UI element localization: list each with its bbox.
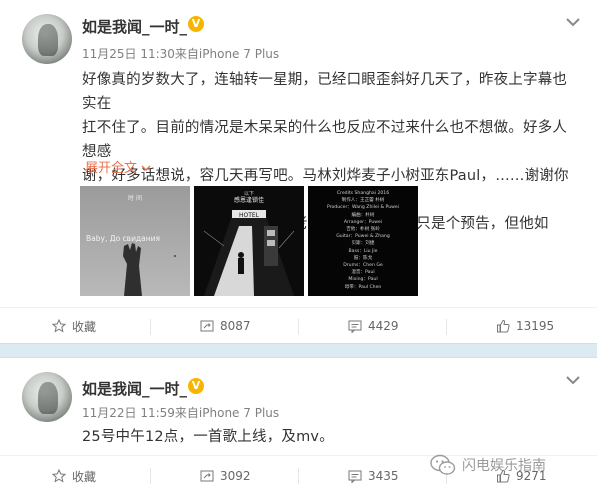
credit-line: Mixing：Paul — [348, 277, 378, 283]
content-line: 好像真的岁数大了，连轴转一星期，已经口眼歪斜好几天了，昨夜上字幕也实在 — [82, 72, 568, 112]
hand-photo-image: 时 间 Baby, До свидания — [80, 186, 190, 296]
comment-button[interactable]: 4429 — [348, 308, 399, 344]
divider — [150, 319, 151, 335]
credit-line: 贝斯：刘捷 — [351, 241, 375, 247]
expand-label: 展开全文 — [85, 161, 138, 176]
wechat-icon — [430, 454, 456, 475]
verified-badge-icon: V — [188, 16, 204, 32]
image-caption: Baby, До свидания — [86, 234, 160, 243]
like-button[interactable]: 13195 — [496, 308, 554, 344]
credit-line: 制作人：王芷蕾 朴树 — [341, 198, 385, 204]
credit-line: 编曲：朴树 — [351, 212, 375, 218]
username[interactable]: 如是我闻_一时_ — [82, 16, 187, 37]
post-content: 25号中午12点，一首歌上线，及mv。 — [82, 425, 572, 449]
divider — [446, 319, 447, 335]
comment-icon — [348, 320, 362, 333]
weibo-post: 如是我闻_一时_ V 11月25日 11:30来自iPhone 7 Plus 好… — [0, 0, 597, 343]
username[interactable]: 如是我闻_一时_ — [82, 378, 187, 399]
credit-line: 母带：Paul Chen — [344, 284, 382, 290]
post-image[interactable]: 时 间 Baby, До свидания — [80, 186, 190, 296]
repost-count: 8087 — [220, 319, 251, 333]
post-separator — [0, 343, 597, 358]
divider — [298, 319, 299, 335]
favorite-button[interactable]: 收藏 — [52, 456, 96, 495]
comment-count: 4429 — [368, 319, 399, 333]
avatar[interactable] — [22, 372, 72, 422]
star-icon — [52, 319, 66, 333]
watermark-text: 闪电娱乐指南 — [462, 458, 546, 474]
favorite-label: 收藏 — [72, 319, 97, 334]
repost-icon — [200, 320, 214, 332]
expand-full-text-link[interactable]: 展开全文 — [85, 157, 151, 176]
avatar[interactable] — [22, 14, 72, 64]
repost-count: 3092 — [220, 469, 251, 483]
credit-line: Credits Shanghai 2016 — [336, 191, 390, 196]
credit-line: Bass：Liu Jie — [348, 248, 378, 254]
verified-badge-icon: V — [188, 378, 204, 394]
star-icon — [52, 469, 66, 483]
divider — [298, 468, 299, 484]
thumbs-up-icon — [497, 319, 510, 333]
credit-line: Producer：Wang Zhilei & Puwei — [327, 205, 399, 211]
repost-button[interactable]: 8087 — [200, 308, 251, 344]
repost-icon — [200, 470, 214, 482]
content-line: 扛不住了。目前的情况是木呆呆的什么也反应不过来什么也不想做。好多人想感 — [82, 120, 568, 160]
credit-line: Guitar：Puwei & Zhang — [336, 234, 390, 240]
credit-line: 鼓：陈戈 — [353, 255, 373, 261]
content-line: 25号中午12点，一首歌上线，及mv。 — [82, 429, 334, 445]
favorite-button[interactable]: 收藏 — [52, 308, 96, 344]
repost-button[interactable]: 3092 — [200, 456, 251, 495]
post-image[interactable]: 以下 感恩逢锁佳 HOTEL — [194, 186, 304, 296]
hotel-illustration-image: 以下 感恩逢锁佳 HOTEL — [194, 186, 304, 296]
credit-line: Arranger：Puwei — [343, 219, 383, 225]
comment-count: 3435 — [368, 469, 399, 483]
comment-button[interactable]: 3435 — [348, 456, 399, 495]
like-count: 13195 — [516, 319, 555, 333]
chevron-down-icon — [141, 165, 151, 172]
comment-icon — [348, 470, 362, 483]
divider — [150, 468, 151, 484]
credit-line: 吉他：朴树 张岭 — [346, 227, 380, 233]
image-caption-small: 时 间 — [128, 194, 142, 202]
hotel-sign: HOTEL — [239, 212, 260, 219]
chevron-down-icon[interactable] — [563, 372, 583, 388]
chevron-down-icon[interactable] — [563, 14, 583, 30]
post-meta[interactable]: 11月25日 11:30来自iPhone 7 Plus — [82, 45, 279, 62]
watermark: 闪电娱乐指南 — [430, 454, 546, 476]
favorite-label: 收藏 — [72, 469, 97, 484]
credits-list: Credits Shanghai 2016 制作人：王芷蕾 朴树 Producer：… — [314, 190, 412, 291]
credits-image: Credits Shanghai 2016 制作人：王芷蕾 朴树 Producer：… — [308, 186, 418, 296]
credit-line: Drums：Chen Ge — [343, 263, 383, 269]
post-meta[interactable]: 11月22日 11:59来自iPhone 7 Plus — [82, 404, 279, 421]
post-image[interactable]: Credits Shanghai 2016 制作人：王芷蕾 朴树 Producer：… — [308, 186, 418, 296]
credit-line: 混音：Paul — [351, 270, 375, 276]
image-title: 感恩逢锁佳 — [234, 196, 264, 204]
post-actions-bar: 收藏 8087 4429 13195 — [0, 307, 597, 343]
